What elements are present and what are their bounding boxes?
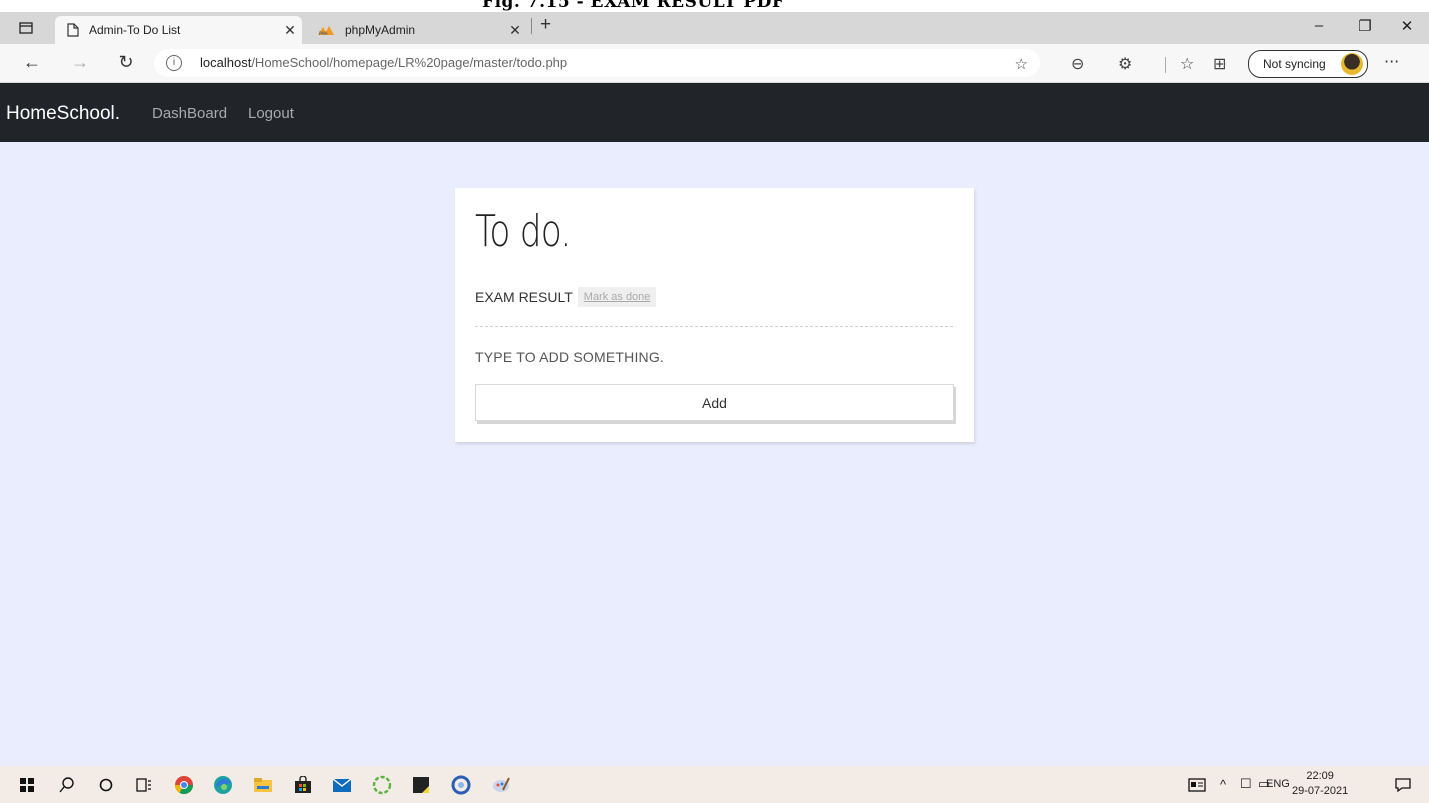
more-options-icon[interactable]: ··· [1384, 52, 1399, 71]
search-icon[interactable] [56, 774, 78, 796]
cortana-app-icon[interactable] [450, 774, 472, 796]
add-todo-input[interactable]: TYPE TO ADD SOMETHING. [475, 349, 664, 365]
news-widget-icon[interactable] [1186, 774, 1208, 796]
tab-admin-todo[interactable]: Admin-To Do List ✕ [55, 16, 302, 44]
sync-status: Not syncing [1263, 57, 1326, 71]
brand-logo[interactable]: HomeSchool. [6, 103, 120, 125]
meet-now-icon[interactable]: ☐ [1240, 776, 1252, 792]
toolbar-separator [1165, 57, 1166, 73]
collections-icon[interactable]: ⊞ [1213, 54, 1226, 73]
phpmyadmin-icon: PMA [317, 24, 335, 36]
profile-button[interactable]: Not syncing [1248, 50, 1368, 78]
mail-icon[interactable] [331, 774, 353, 796]
edge-icon[interactable] [212, 774, 234, 796]
reading-view-icon[interactable]: ⊖ [1071, 54, 1084, 73]
system-clock[interactable]: 22:09 29-07-2021 [1292, 769, 1348, 799]
cortana-icon[interactable] [95, 774, 117, 796]
url-path: /HomeSchool/homepage/LR%20page/master/to… [251, 55, 568, 70]
favorites-icon[interactable]: ☆ [1180, 54, 1194, 73]
add-button[interactable]: Add [475, 384, 954, 421]
loading-app-icon[interactable] [371, 774, 393, 796]
svg-text:PMA: PMA [319, 31, 328, 36]
nav-link-dashboard[interactable]: DashBoard [152, 105, 227, 122]
address-bar[interactable]: i localhost/HomeSchool/homepage/LR%20pag… [154, 49, 1040, 77]
paint-icon[interactable] [490, 774, 512, 796]
file-explorer-icon[interactable] [252, 774, 274, 796]
close-icon[interactable]: ✕ [503, 22, 527, 39]
url-text[interactable]: localhost/HomeSchool/homepage/LR%20page/… [200, 55, 567, 70]
forward-button[interactable]: → [68, 52, 92, 73]
language-indicator[interactable]: ENG [1266, 778, 1290, 790]
clock-date: 29-07-2021 [1292, 785, 1349, 797]
app-navbar: HomeSchool. DashBoard Logout [0, 83, 1429, 142]
list-item: EXAM RESULT Mark as done [475, 287, 657, 307]
info-icon[interactable]: i [166, 55, 182, 71]
chrome-icon[interactable] [173, 774, 195, 796]
page-title: To do. [475, 206, 571, 257]
tab-separator [531, 18, 532, 34]
browser-toolbar: ← → ↻ i localhost/HomeSchool/homepage/LR… [0, 44, 1429, 83]
document-caption: Fig. 7.15 - EXAM RESULT PDF [0, 0, 1429, 12]
extensions-icon[interactable]: ⚙ [1118, 54, 1132, 73]
windows-taskbar: ^ ☐ ▭ ♪ ≈ ENG 22:09 29-07-2021 [0, 766, 1429, 803]
minimize-button[interactable]: – [1296, 17, 1342, 34]
start-windows-icon[interactable] [16, 774, 38, 796]
browser-tab-strip: Admin-To Do List ✕ PMA phpMyAdmin ✕ + – … [0, 12, 1429, 44]
document-caption-text: Fig. 7.15 - EXAM RESULT PDF [482, 0, 785, 12]
back-button[interactable]: ← [20, 52, 44, 73]
chevron-up-icon[interactable]: ^ [1220, 777, 1226, 792]
reload-button[interactable]: ↻ [114, 52, 138, 73]
tab-actions-icon[interactable] [16, 19, 36, 37]
avatar [1341, 53, 1363, 75]
window-close-button[interactable]: ✕ [1384, 17, 1429, 35]
clock-time: 22:09 [1306, 770, 1334, 782]
new-tab-button[interactable]: + [540, 14, 551, 36]
nav-link-logout[interactable]: Logout [248, 105, 294, 122]
notifications-icon[interactable] [1392, 774, 1414, 796]
restore-button[interactable]: ❐ [1342, 17, 1388, 35]
tab-title: Admin-To Do List [89, 23, 181, 37]
url-host: localhost [200, 55, 252, 70]
add-favorite-icon[interactable]: ☆ [1015, 55, 1028, 73]
mark-as-done-button[interactable]: Mark as done [577, 287, 657, 307]
close-icon[interactable]: ✕ [278, 22, 302, 39]
store-icon[interactable] [292, 774, 314, 796]
todo-card: To do. EXAM RESULT Mark as done TYPE TO … [455, 188, 974, 442]
task-view-icon[interactable] [133, 774, 155, 796]
page-icon [67, 23, 79, 37]
tab-phpmyadmin[interactable]: PMA phpMyAdmin ✕ [305, 16, 527, 44]
tab-title: phpMyAdmin [345, 23, 416, 37]
sticky-notes-icon[interactable] [410, 774, 432, 796]
main-content: To do. EXAM RESULT Mark as done TYPE TO … [0, 142, 1429, 766]
divider [475, 326, 953, 327]
todo-item-text: EXAM RESULT [475, 289, 573, 305]
